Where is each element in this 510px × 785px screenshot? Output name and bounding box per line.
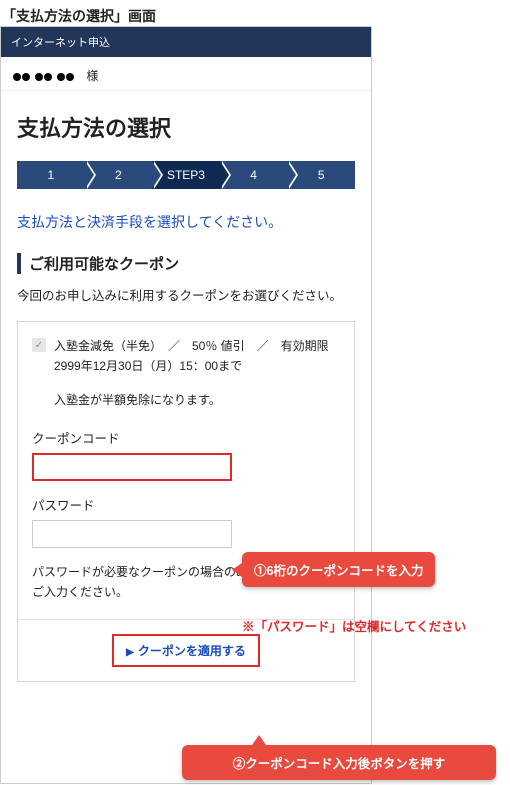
coupon-section-title: ご利用可能なクーポン [17,253,355,274]
callout-code: ①6桁のクーポンコードを入力 [242,552,435,587]
password-label: パスワード [32,495,340,514]
coupon-item[interactable]: ✓ 入塾金減免（半免） ／ 50％ 値引 ／ 有効期限 2999年12月30日（… [32,336,340,377]
coupon-item-text: 入塾金減免（半免） ／ 50％ 値引 ／ 有効期限 2999年12月30日（月）… [54,339,341,373]
step-1: 1 [17,161,85,189]
main-content: 支払方法の選択 1 2 STEP3 4 5 支払方法と決済手段を選択してください… [1,91,371,698]
stepper: 1 2 STEP3 4 5 [17,161,355,189]
masked-name-icon [13,73,75,81]
user-suffix: 様 [86,69,98,83]
chevron-right-icon: ▶ [126,647,134,658]
coupon-code-input[interactable] [32,453,232,481]
coupon-section-desc: 今回のお申し込みに利用するクーポンをお選びください。 [17,286,355,307]
coupon-item-note: 入塾金が半額免除になります。 [54,391,340,408]
callout-password-note: ※「パスワード」は空欄にしてください [242,616,466,635]
stage: 「支払方法の選択」画面 インターネット申込 様 支払方法の選択 1 2 STEP… [0,0,510,785]
checkmark-icon[interactable]: ✓ [32,338,46,352]
app-bar-title: インターネット申込 [11,37,110,49]
callout-apply: ②クーポンコード入力後ボタンを押す [182,745,496,780]
screen-caption: 「支払方法の選択」画面 [0,0,510,28]
app-bar: インターネット申込 [1,27,371,57]
lead-text: 支払方法と決済手段を選択してください。 [17,211,355,235]
user-row: 様 [1,57,371,91]
device-frame: インターネット申込 様 支払方法の選択 1 2 STEP3 4 5 支払方法と決… [0,26,372,784]
coupon-code-label: クーポンコード [32,428,340,447]
password-input[interactable] [32,520,232,548]
page-title: 支払方法の選択 [17,111,355,143]
apply-coupon-button[interactable]: ▶ クーポンを適用する [112,634,260,667]
apply-coupon-label: クーポンを適用する [138,644,246,658]
